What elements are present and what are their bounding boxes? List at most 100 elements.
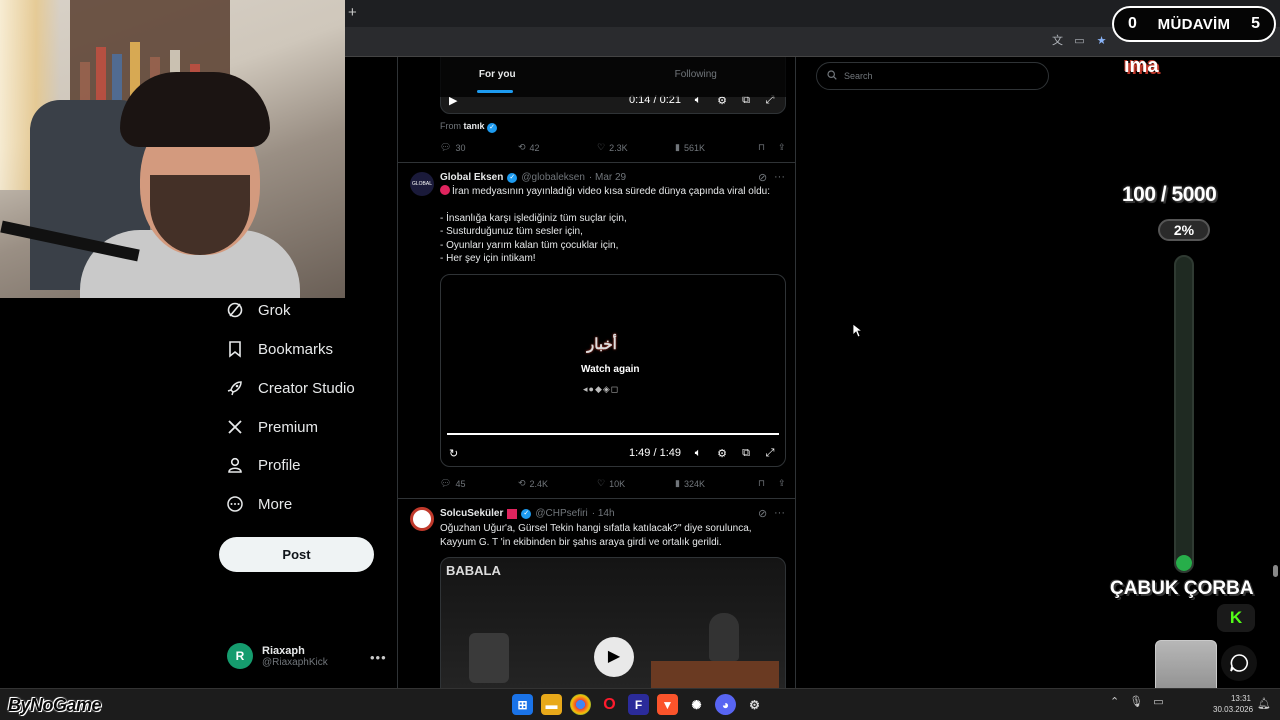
- share-icon[interactable]: ⇪: [778, 478, 786, 489]
- author-handle[interactable]: @CHPsefiri: [535, 508, 587, 519]
- avatar: R: [227, 643, 253, 669]
- like-button[interactable]: ♡ 10K: [597, 478, 675, 489]
- tweet-text-line: - Her şey için intikam!: [440, 253, 536, 264]
- search-input[interactable]: Search: [816, 62, 1049, 90]
- views-button[interactable]: ▮ 561K: [675, 142, 758, 153]
- kick-logo-icon: K: [1217, 604, 1255, 632]
- nav-item-premium[interactable]: Premium: [226, 418, 318, 436]
- clock-time: 13:31: [1230, 694, 1251, 703]
- goal-progress-fill: [1176, 555, 1192, 571]
- avatar[interactable]: GLOBAL EKSEN: [410, 172, 434, 196]
- bookmark-icon[interactable]: ⊓: [758, 142, 778, 153]
- video-progress-bar[interactable]: [447, 433, 779, 435]
- volume-icon[interactable]: 🔈︎: [691, 447, 705, 460]
- goal-percent: 2%: [1158, 219, 1210, 241]
- account-handle: @RiaxaphKick: [262, 656, 328, 668]
- verified-icon: ✓: [507, 172, 518, 183]
- author-handle[interactable]: @globaleksen: [521, 172, 585, 183]
- share-icon[interactable]: ⇪: [778, 142, 786, 153]
- sponsor-text: ÇABUK ÇORBA: [1110, 578, 1254, 599]
- scrollbar-thumb[interactable]: [1273, 565, 1278, 577]
- nav-label: Premium: [258, 418, 319, 436]
- steam-icon[interactable]: ⚙: [744, 694, 765, 715]
- reply-icon: 💬︎: [440, 478, 452, 488]
- tweet-date[interactable]: · 14h: [592, 508, 615, 519]
- search-icon: [827, 70, 837, 82]
- new-tab-button[interactable]: +: [348, 4, 357, 21]
- discord-icon[interactable]: ◕: [715, 694, 736, 715]
- nav-item-creator-studio[interactable]: Creator Studio: [226, 379, 355, 397]
- repost-icon: ⟲: [518, 142, 526, 152]
- reply-button[interactable]: 💬︎ 30: [440, 142, 518, 153]
- chrome-icon[interactable]: [570, 694, 591, 715]
- pip-icon[interactable]: ⧉: [739, 447, 753, 460]
- grok-icon[interactable]: ⊘: [758, 507, 767, 520]
- epic-icon[interactable]: F: [628, 694, 649, 715]
- grok-icon[interactable]: ⊘: [758, 171, 768, 184]
- nav-label: Creator Studio: [258, 379, 355, 397]
- nav-label: Grok: [258, 301, 291, 319]
- from-user[interactable]: tanık: [464, 121, 485, 131]
- views-button[interactable]: ▮ 324K: [675, 478, 758, 489]
- nav-item-bookmarks[interactable]: Bookmarks: [226, 340, 333, 358]
- views-icon: ▮: [675, 478, 680, 488]
- account-more-icon[interactable]: •••: [370, 650, 387, 665]
- person-icon: [226, 456, 244, 474]
- avatar[interactable]: [410, 507, 434, 531]
- openai-icon[interactable]: ✺: [686, 694, 707, 715]
- replay-icon[interactable]: ↻: [449, 447, 458, 460]
- settings-icon[interactable]: ⚙︎: [715, 447, 729, 460]
- reply-icon: 💬︎: [440, 142, 452, 152]
- bookmark-star-icon[interactable]: ★: [1095, 35, 1108, 48]
- flag-icon: [507, 508, 518, 519]
- opera-icon[interactable]: O: [599, 694, 620, 715]
- display-icon[interactable]: ▭: [1153, 695, 1163, 708]
- windows-start-icon[interactable]: ⊞: [512, 694, 533, 715]
- tweet-header: Global Eksen ✓ @globaleksen · Mar 29: [440, 172, 626, 183]
- more-options-icon[interactable]: ···: [774, 507, 785, 519]
- tab-following[interactable]: Following: [597, 57, 796, 97]
- repost-button[interactable]: ⟲ 42: [518, 142, 597, 153]
- tweet-text: İran medyasının yayınladığı video kısa s…: [440, 185, 786, 199]
- cast-icon[interactable]: ▭: [1073, 35, 1086, 48]
- play-icon[interactable]: ▶: [594, 637, 634, 677]
- tweet-date[interactable]: · Mar 29: [589, 172, 626, 183]
- tab-for-you[interactable]: For you: [398, 57, 597, 97]
- red-circle-icon: [440, 185, 450, 195]
- repost-button[interactable]: ⟲ 2.4K: [518, 478, 597, 489]
- system-clock[interactable]: 13:31 30.03.2026: [1213, 693, 1253, 715]
- video-player[interactable]: BABALA ▶: [440, 557, 786, 688]
- tweet-from: From tanık ✓: [440, 121, 498, 133]
- watch-again-button[interactable]: Watch again: [581, 364, 640, 375]
- author-name[interactable]: SolcuSeküler: [440, 508, 503, 519]
- like-button[interactable]: ♡ 2.3K: [597, 142, 675, 153]
- post-button[interactable]: Post: [219, 537, 374, 572]
- brave-icon[interactable]: ▼: [657, 694, 678, 715]
- fullscreen-icon[interactable]: ⤢: [763, 447, 777, 460]
- reply-button[interactable]: 💬︎ 45: [440, 478, 518, 489]
- bookmark-icon: [226, 340, 244, 358]
- heart-icon: ♡: [597, 478, 606, 488]
- person-silhouette: [709, 613, 739, 661]
- more-options-icon[interactable]: ···: [774, 171, 785, 183]
- counter-right-value: 5: [1251, 15, 1260, 32]
- timeline[interactable]: For you Following ▶ 0:14 / 0:21 🔈︎ ⚙︎ ⧉ …: [397, 57, 796, 688]
- chevron-up-icon[interactable]: ⌃: [1110, 695, 1119, 708]
- file-explorer-icon[interactable]: ▬: [541, 694, 562, 715]
- bookmark-icon[interactable]: ⊓: [758, 478, 778, 489]
- chat-bubble-icon[interactable]: [1221, 645, 1257, 681]
- microphone-icon[interactable]: 🎙︎: [1129, 695, 1143, 708]
- nav-item-more[interactable]: More: [226, 495, 292, 513]
- verified-icon: ✓: [487, 123, 498, 133]
- video-player[interactable]: أخبار Watch again ◂●◆◈◻ ↻ 1:49 / 1:49 🔈︎…: [440, 274, 786, 467]
- scrollbar[interactable]: [1270, 57, 1280, 688]
- account-switcher[interactable]: R Riaxaph @RiaxaphKick: [227, 643, 328, 669]
- notification-icon[interactable]: 🔔︎: [1257, 697, 1271, 710]
- nav-item-profile[interactable]: Profile: [226, 456, 301, 474]
- translate-icon[interactable]: 文: [1051, 35, 1064, 48]
- divider: [398, 498, 795, 499]
- nav-item-grok[interactable]: Grok: [226, 301, 291, 319]
- author-name[interactable]: Global Eksen: [440, 172, 503, 183]
- video-logo: BABALA: [446, 563, 501, 578]
- verified-icon: ✓: [521, 508, 532, 519]
